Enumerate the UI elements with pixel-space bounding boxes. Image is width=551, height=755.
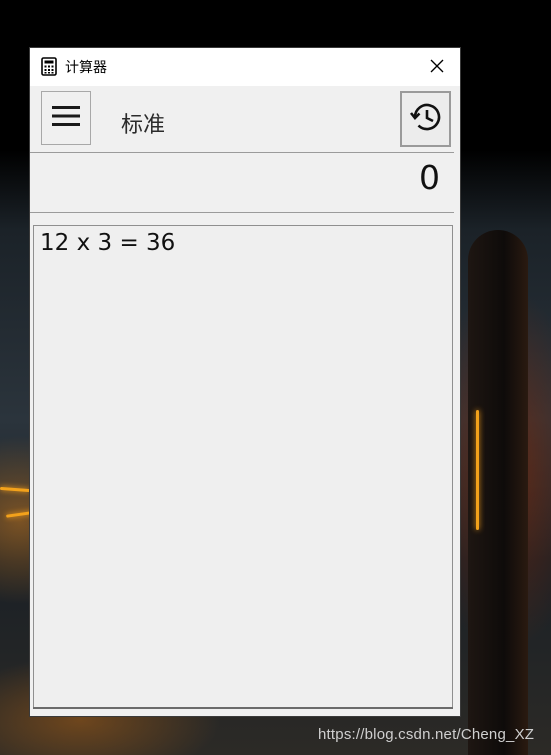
history-panel[interactable]: 12 x 3 = 36 bbox=[33, 225, 453, 709]
result-display: 0 bbox=[419, 158, 440, 197]
hamburger-menu-icon bbox=[52, 105, 80, 131]
calculator-mode-title: 标准 bbox=[121, 113, 166, 138]
title-bar[interactable]: 计算器 bbox=[30, 48, 460, 86]
wallpaper-ember bbox=[476, 410, 479, 530]
header-divider bbox=[30, 152, 454, 153]
history-panel-bottom-border bbox=[33, 707, 453, 709]
watermark-text: https://blog.csdn.net/Cheng_XZ bbox=[318, 726, 535, 743]
calculator-window: 计算器 标准 0 12 x 3 = 36 bbox=[30, 48, 460, 716]
close-button[interactable] bbox=[414, 48, 460, 86]
close-icon bbox=[430, 58, 444, 77]
calculator-icon bbox=[41, 57, 57, 76]
history-item[interactable]: 12 x 3 = 36 bbox=[40, 230, 175, 256]
display-divider bbox=[30, 212, 454, 213]
navigation-menu-button[interactable] bbox=[41, 91, 91, 145]
history-button[interactable] bbox=[400, 91, 451, 147]
window-title: 计算器 bbox=[65, 60, 107, 76]
history-clock-icon bbox=[408, 99, 444, 139]
